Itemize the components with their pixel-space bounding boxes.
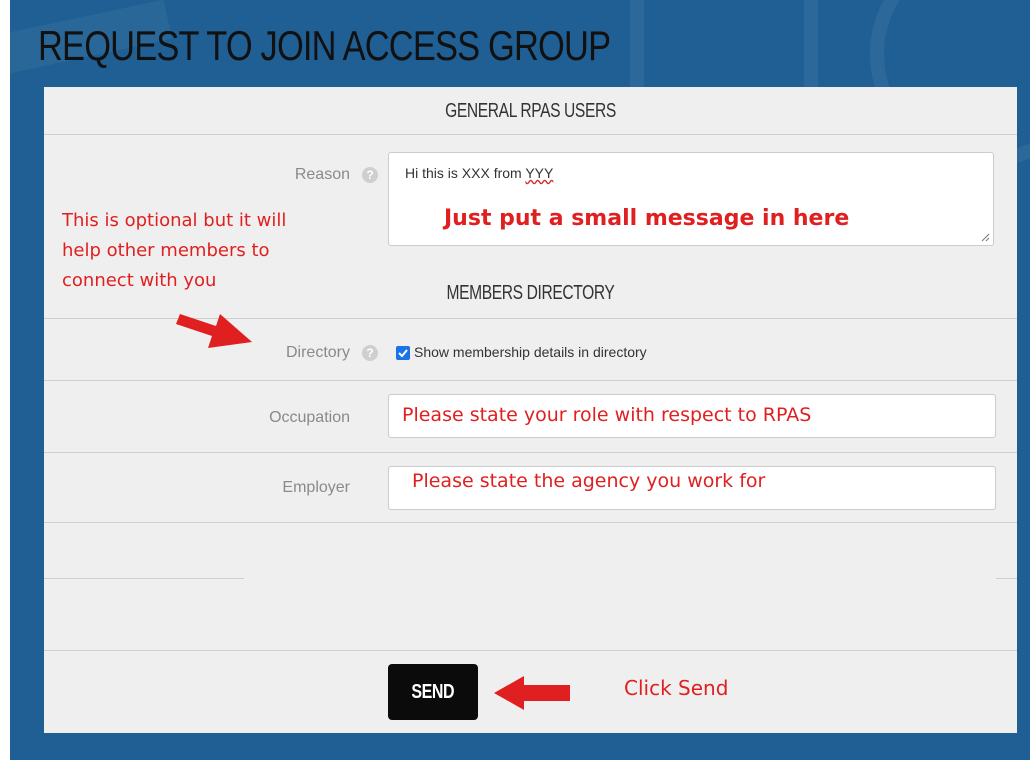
occupation-label: Occupation [269, 409, 350, 426]
red-arrow-icon [176, 314, 252, 348]
divider [996, 578, 1017, 579]
reason-label: Reason [294, 166, 350, 183]
checkmark-icon [398, 349, 408, 358]
annotation-employer-hint: Please state the agency you work for [412, 470, 766, 492]
annotation-reason-hint: Just put a small message in here [444, 206, 850, 231]
question-circle-icon[interactable]: ? [362, 345, 378, 361]
question-circle-icon[interactable]: ? [362, 167, 378, 183]
directory-checkbox-label[interactable]: Show membership details in directory [414, 344, 647, 360]
section-title-directory: MEMBERS DIRECTORY [446, 282, 615, 304]
divider [44, 380, 1017, 381]
employer-label: Employer [282, 479, 350, 496]
reason-value: Hi this is XXX from YYY [405, 165, 553, 181]
reason-value-misspelled: YYY [525, 165, 554, 181]
divider [44, 452, 1017, 453]
divider [44, 522, 1017, 523]
send-button[interactable]: SEND [388, 664, 478, 720]
resize-handle-icon[interactable] [980, 232, 990, 242]
annotation-occupation-hint: Please state your role with respect to R… [402, 404, 812, 426]
divider [44, 134, 1017, 135]
annotation-send-hint: Click Send [624, 676, 729, 700]
directory-label: Directory [285, 344, 350, 361]
directory-checkbox[interactable] [396, 346, 410, 360]
annotation-line: help other members to [62, 240, 270, 261]
divider [44, 578, 244, 579]
page-title: REQUEST TO JOIN ACCESS GROUP [38, 22, 611, 69]
reason-value-text: Hi this is XXX from [405, 165, 526, 181]
section-title-general: GENERAL RPAS USERS [445, 100, 616, 122]
red-arrow-icon [494, 676, 570, 710]
annotation-line: This is optional but it will [62, 210, 287, 231]
reason-textarea[interactable]: Hi this is XXX from YYY [388, 152, 994, 246]
divider [44, 650, 1017, 651]
send-button-label: SEND [411, 681, 455, 703]
